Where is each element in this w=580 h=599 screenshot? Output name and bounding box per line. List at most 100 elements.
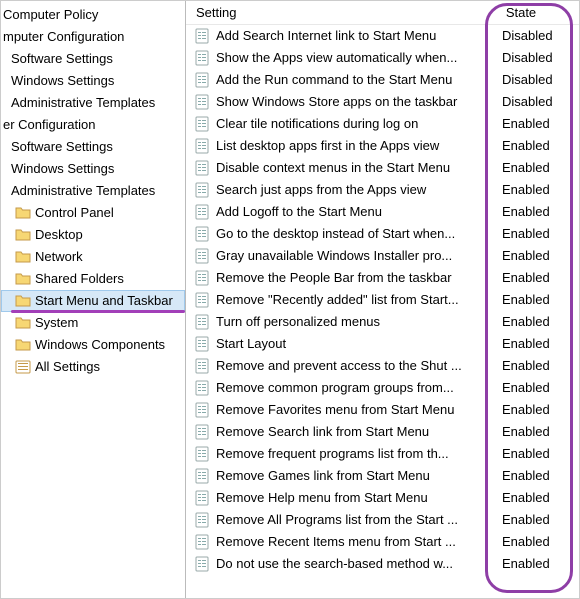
tree-label: Network — [35, 247, 83, 267]
settings-icon — [15, 359, 31, 375]
tree-folder-desktop[interactable]: Desktop — [1, 224, 185, 246]
tree-root-computer-policy[interactable]: Computer Policy — [1, 4, 185, 26]
policy-row[interactable]: Show Windows Store apps on the taskbarDi… — [186, 91, 579, 113]
tree-label: er Configuration — [3, 115, 96, 135]
folder-icon — [15, 293, 31, 309]
policy-row[interactable]: Show the Apps view automatically when...… — [186, 47, 579, 69]
policy-row[interactable]: Go to the desktop instead of Start when.… — [186, 223, 579, 245]
policy-row[interactable]: List desktop apps first in the Apps view… — [186, 135, 579, 157]
policy-row[interactable]: Remove All Programs list from the Start … — [186, 509, 579, 531]
policy-icon — [194, 160, 210, 176]
policy-state: Enabled — [492, 443, 562, 465]
policy-row[interactable]: Remove "Recently added" list from Start.… — [186, 289, 579, 311]
policy-icon — [194, 182, 210, 198]
tree-folder-shared-folders[interactable]: Shared Folders — [1, 268, 185, 290]
policy-row[interactable]: Remove and prevent access to the Shut ..… — [186, 355, 579, 377]
policy-row[interactable]: Remove Games link from Start MenuEnabled — [186, 465, 579, 487]
policy-state: Enabled — [492, 179, 562, 201]
policy-row[interactable]: Gray unavailable Windows Installer pro..… — [186, 245, 579, 267]
policy-state: Enabled — [492, 157, 562, 179]
policy-icon — [194, 534, 210, 550]
tree-label: Computer Policy — [3, 5, 98, 25]
tree-windows-settings-2[interactable]: Windows Settings — [1, 158, 185, 180]
policy-state: Disabled — [492, 69, 562, 91]
policy-row[interactable]: Start LayoutEnabled — [186, 333, 579, 355]
policy-name: Remove Help menu from Start Menu — [216, 487, 492, 509]
list-body: Add Search Internet link to Start MenuDi… — [186, 25, 579, 598]
policy-row[interactable]: Search just apps from the Apps viewEnabl… — [186, 179, 579, 201]
policy-name: Remove All Programs list from the Start … — [216, 509, 492, 531]
policy-name: Search just apps from the Apps view — [216, 179, 492, 201]
policy-icon — [194, 556, 210, 572]
policy-name: Turn off personalized menus — [216, 311, 492, 333]
tree-label: mputer Configuration — [3, 27, 124, 47]
policy-row[interactable]: Remove common program groups from...Enab… — [186, 377, 579, 399]
policy-name: Remove common program groups from... — [216, 377, 492, 399]
tree-user-configuration[interactable]: er Configuration — [1, 114, 185, 136]
policy-state: Enabled — [492, 333, 562, 355]
policy-state: Disabled — [492, 91, 562, 113]
policy-row[interactable]: Add Search Internet link to Start MenuDi… — [186, 25, 579, 47]
tree-computer-configuration[interactable]: mputer Configuration — [1, 26, 185, 48]
policy-state: Enabled — [492, 531, 562, 553]
tree-software-settings[interactable]: Software Settings — [1, 48, 185, 70]
folder-icon — [15, 271, 31, 287]
tree-label: Administrative Templates — [11, 181, 155, 201]
policy-icon — [194, 468, 210, 484]
policy-icon — [194, 402, 210, 418]
list-header: Setting State — [186, 1, 579, 25]
gpedit-window: Computer Policy mputer Configuration Sof… — [0, 0, 580, 599]
policy-icon — [194, 424, 210, 440]
folder-icon — [15, 337, 31, 353]
policy-row[interactable]: Turn off personalized menusEnabled — [186, 311, 579, 333]
policy-row[interactable]: Add Logoff to the Start MenuEnabled — [186, 201, 579, 223]
tree-label: Windows Components — [35, 335, 165, 355]
policy-row[interactable]: Remove Recent Items menu from Start ...E… — [186, 531, 579, 553]
policy-icon — [194, 28, 210, 44]
policy-state: Enabled — [492, 509, 562, 531]
policy-row[interactable]: Do not use the search-based method w...E… — [186, 553, 579, 575]
policy-state: Enabled — [492, 421, 562, 443]
policy-row[interactable]: Disable context menus in the Start MenuE… — [186, 157, 579, 179]
policy-icon — [194, 116, 210, 132]
tree-software-settings-2[interactable]: Software Settings — [1, 136, 185, 158]
column-header-setting[interactable]: Setting — [186, 5, 486, 20]
policy-name: Add Search Internet link to Start Menu — [216, 25, 492, 47]
policy-state: Enabled — [492, 113, 562, 135]
policy-name: Add the Run command to the Start Menu — [216, 69, 492, 91]
policy-row[interactable]: Add the Run command to the Start MenuDis… — [186, 69, 579, 91]
policy-icon — [194, 336, 210, 352]
policy-icon — [194, 94, 210, 110]
policy-name: Show the Apps view automatically when... — [216, 47, 492, 69]
policy-name: List desktop apps first in the Apps view — [216, 135, 492, 157]
policy-row[interactable]: Remove the People Bar from the taskbarEn… — [186, 267, 579, 289]
tree-folder-control-panel[interactable]: Control Panel — [1, 202, 185, 224]
tree-administrative-templates[interactable]: Administrative Templates — [1, 92, 185, 114]
policy-name: Remove "Recently added" list from Start.… — [216, 289, 492, 311]
policy-name: Do not use the search-based method w... — [216, 553, 492, 575]
tree-all-settings[interactable]: All Settings — [1, 356, 185, 378]
column-header-state[interactable]: State — [486, 5, 556, 20]
policy-name: Remove Recent Items menu from Start ... — [216, 531, 492, 553]
policy-name: Remove Games link from Start Menu — [216, 465, 492, 487]
policy-row[interactable]: Remove frequent programs list from th...… — [186, 443, 579, 465]
policy-row[interactable]: Clear tile notifications during log onEn… — [186, 113, 579, 135]
tree-administrative-templates-2[interactable]: Administrative Templates — [1, 180, 185, 202]
policy-state: Disabled — [492, 25, 562, 47]
policy-icon — [194, 72, 210, 88]
tree-label: All Settings — [35, 357, 100, 377]
tree-folder-system[interactable]: System — [1, 312, 185, 334]
tree-windows-settings[interactable]: Windows Settings — [1, 70, 185, 92]
tree-folder-start-menu-and-taskbar[interactable]: Start Menu and Taskbar — [1, 290, 185, 312]
tree-folder-windows-components[interactable]: Windows Components — [1, 334, 185, 356]
policy-state: Enabled — [492, 399, 562, 421]
policy-row[interactable]: Remove Search link from Start MenuEnable… — [186, 421, 579, 443]
policy-row[interactable]: Remove Favorites menu from Start MenuEna… — [186, 399, 579, 421]
policy-icon — [194, 270, 210, 286]
policy-name: Remove Search link from Start Menu — [216, 421, 492, 443]
policy-state: Enabled — [492, 553, 562, 575]
policy-name: Remove Favorites menu from Start Menu — [216, 399, 492, 421]
policy-icon — [194, 314, 210, 330]
tree-folder-network[interactable]: Network — [1, 246, 185, 268]
policy-row[interactable]: Remove Help menu from Start MenuEnabled — [186, 487, 579, 509]
